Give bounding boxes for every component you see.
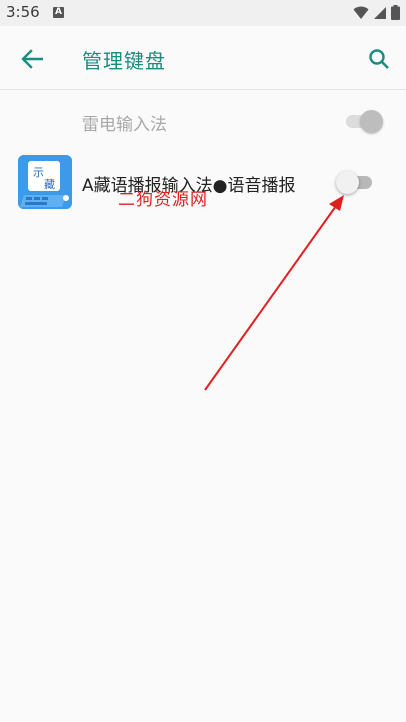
status-icons xyxy=(353,5,400,20)
status-time: 3:56 xyxy=(6,3,40,21)
back-button[interactable] xyxy=(14,44,50,74)
app-icon-glyph-1: 示 xyxy=(33,166,44,179)
wifi-icon xyxy=(353,6,369,19)
arrow-back-icon xyxy=(21,49,43,69)
keyboard-item-leidian[interactable]: 雷电输入法 xyxy=(0,94,406,148)
toggle-thumb xyxy=(360,110,383,133)
screen: 3:56 A 管理键盘 雷电输入法 示 藏 A藏语播报输入法●语音播报 二狗资源… xyxy=(0,0,406,722)
search-icon xyxy=(369,49,389,69)
keyboard-label: 雷电输入法 xyxy=(82,115,167,135)
app-icon-glyph-2: 藏 xyxy=(44,178,55,191)
app-bar: 管理键盘 xyxy=(0,26,406,90)
notification-badge-icon: A xyxy=(53,7,64,18)
keyboard-toggle-leidian[interactable] xyxy=(344,107,384,135)
search-button[interactable] xyxy=(362,42,396,76)
page-title: 管理键盘 xyxy=(82,49,166,73)
tibetan-keyboard-app-icon: 示 藏 xyxy=(18,155,72,209)
battery-icon xyxy=(391,5,400,20)
annotation-arrow-icon xyxy=(204,195,344,391)
signal-icon xyxy=(374,6,386,19)
status-bar: 3:56 A xyxy=(0,0,406,26)
